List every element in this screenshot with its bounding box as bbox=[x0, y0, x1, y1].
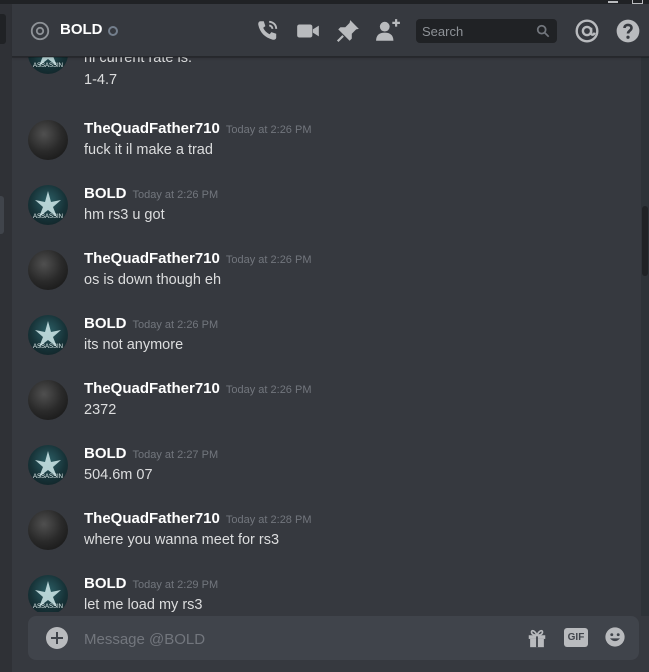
search-input[interactable]: Search bbox=[422, 24, 463, 39]
message-composer: GIF bbox=[28, 616, 639, 660]
message-text: fuck it il make a trad bbox=[84, 142, 213, 158]
star-logo-icon: ASSASSIN bbox=[33, 191, 63, 220]
message-author[interactable]: BOLD Today at 2:26 PM bbox=[84, 185, 218, 202]
message-text: 504.6m 07 bbox=[84, 467, 153, 483]
message-text: hm rs3 u got bbox=[84, 207, 165, 223]
message-timestamp: Today at 2:26 PM bbox=[132, 319, 219, 331]
message-timestamp: Today at 2:26 PM bbox=[225, 254, 312, 266]
message-text: let me load my rs3 bbox=[84, 597, 203, 612]
avatar[interactable]: ASSASSIN bbox=[28, 445, 68, 485]
avatar[interactable]: ASSASSIN bbox=[28, 315, 68, 355]
message-text: where you wanna meet for rs3 bbox=[84, 532, 280, 548]
emoji-icon[interactable] bbox=[604, 626, 626, 648]
avatar-logo-text: ASSASSIN bbox=[33, 344, 63, 350]
sidebar-edge-block bbox=[0, 14, 6, 44]
message-text: os is down though eh bbox=[84, 272, 222, 288]
message-timestamp: Today at 2:26 PM bbox=[225, 124, 312, 136]
add-friend-icon[interactable] bbox=[375, 18, 401, 44]
message-author[interactable]: TheQuadFather710 Today at 2:26 PM bbox=[84, 120, 311, 137]
avatar[interactable] bbox=[28, 120, 68, 160]
message-text: its not anymore bbox=[84, 337, 184, 353]
message-list[interactable]: ASSASSIN hi current rate is: 1-4.7 TheQu… bbox=[12, 56, 637, 612]
message-text: hi current rate is: bbox=[84, 56, 192, 66]
message-timestamp: Today at 2:28 PM bbox=[225, 514, 312, 526]
message-input[interactable] bbox=[82, 626, 506, 652]
video-icon[interactable] bbox=[295, 18, 321, 44]
mentions-icon[interactable] bbox=[574, 18, 600, 44]
search-bar[interactable]: Search bbox=[416, 19, 557, 43]
avatar[interactable] bbox=[28, 250, 68, 290]
server-sidebar-edge bbox=[0, 0, 12, 672]
message-timestamp: Today at 2:27 PM bbox=[132, 449, 219, 461]
avatar[interactable]: ASSASSIN bbox=[28, 185, 68, 225]
message-author[interactable]: TheQuadFather710 Today at 2:26 PM bbox=[84, 250, 311, 267]
upload-plus-icon[interactable] bbox=[46, 627, 68, 649]
avatar-logo-text: ASSASSIN bbox=[33, 214, 63, 220]
message-timestamp: Today at 2:26 PM bbox=[132, 189, 219, 201]
page-title: BOLD bbox=[60, 21, 103, 38]
scrollbar-thumb[interactable] bbox=[642, 206, 648, 276]
status-indicator bbox=[108, 26, 118, 36]
message-author[interactable]: BOLD Today at 2:29 PM bbox=[84, 575, 218, 592]
help-icon[interactable] bbox=[615, 18, 641, 44]
author-name[interactable]: TheQuadFather710 bbox=[84, 380, 220, 397]
gift-icon[interactable] bbox=[526, 627, 548, 649]
sidebar-tab-handle[interactable] bbox=[0, 196, 4, 234]
scrollbar[interactable] bbox=[641, 56, 649, 616]
avatar[interactable] bbox=[28, 380, 68, 420]
message-text: 1-4.7 bbox=[84, 72, 118, 88]
message-author[interactable]: TheQuadFather710 Today at 2:28 PM bbox=[84, 510, 311, 527]
at-icon bbox=[30, 21, 50, 41]
avatar[interactable]: ASSASSIN bbox=[28, 575, 68, 612]
avatar[interactable]: ASSASSIN bbox=[28, 56, 68, 74]
star-logo-icon: ASSASSIN bbox=[33, 451, 63, 480]
author-name[interactable]: TheQuadFather710 bbox=[84, 510, 220, 527]
author-name[interactable]: BOLD bbox=[84, 575, 127, 592]
message-author[interactable]: BOLD Today at 2:26 PM bbox=[84, 315, 218, 332]
message-timestamp: Today at 2:29 PM bbox=[132, 579, 219, 591]
minimize-icon[interactable] bbox=[608, 1, 618, 3]
author-name[interactable]: BOLD bbox=[84, 185, 127, 202]
call-icon[interactable] bbox=[254, 18, 280, 44]
star-logo-icon: ASSASSIN bbox=[33, 56, 63, 69]
avatar-logo-text: ASSASSIN bbox=[33, 604, 63, 610]
avatar[interactable] bbox=[28, 510, 68, 550]
message-author[interactable]: BOLD Today at 2:27 PM bbox=[84, 445, 218, 462]
star-logo-icon: ASSASSIN bbox=[33, 321, 63, 350]
avatar-logo-text: ASSASSIN bbox=[33, 63, 63, 69]
search-icon[interactable] bbox=[536, 24, 550, 38]
pin-icon[interactable] bbox=[335, 18, 361, 44]
star-logo-icon: ASSASSIN bbox=[33, 581, 63, 610]
author-name[interactable]: TheQuadFather710 bbox=[84, 250, 220, 267]
message-timestamp: Today at 2:26 PM bbox=[225, 384, 312, 396]
message-text: 2372 bbox=[84, 402, 117, 418]
avatar-logo-text: ASSASSIN bbox=[33, 474, 63, 480]
author-name[interactable]: BOLD bbox=[84, 445, 127, 462]
author-name[interactable]: TheQuadFather710 bbox=[84, 120, 220, 137]
message-author[interactable]: TheQuadFather710 Today at 2:26 PM bbox=[84, 380, 311, 397]
gif-button[interactable]: GIF bbox=[564, 628, 588, 647]
channel-header: BOLD Search bbox=[12, 4, 649, 57]
author-name[interactable]: BOLD bbox=[84, 315, 127, 332]
